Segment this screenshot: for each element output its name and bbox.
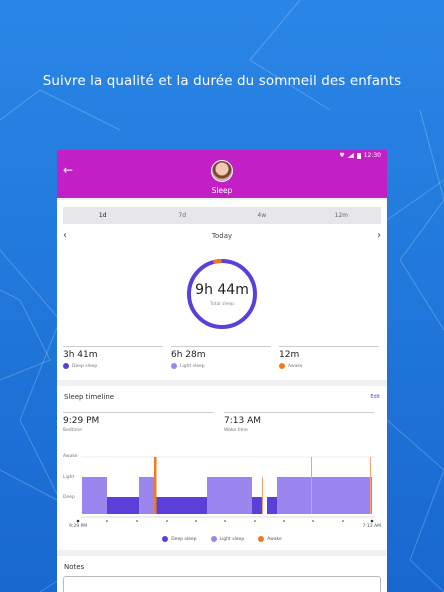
app-bar: ♥ 12:30 ← Sleep xyxy=(57,150,387,198)
x-label-end: 7:13 AM xyxy=(362,524,382,529)
awake-key: Awake xyxy=(279,363,379,369)
legend-deep: Deep sleep xyxy=(162,536,197,542)
awake-marker xyxy=(154,457,157,514)
tick-dot xyxy=(136,520,138,522)
chevron-right-icon[interactable]: › xyxy=(377,230,381,242)
deep-sleep-label: Deep sleep xyxy=(72,363,98,369)
x-label-start: 9:29 PM xyxy=(69,524,88,529)
page-title: Sleep xyxy=(211,186,233,195)
wake-label: Wake time xyxy=(224,428,248,433)
light-sleep-key: Light sleep xyxy=(171,363,271,369)
awake-dot-icon xyxy=(279,363,285,369)
deep-dot-icon xyxy=(162,536,169,542)
light-block xyxy=(82,477,107,514)
total-sleep-ring: 9h 44m Total sleep xyxy=(184,256,260,332)
deep-block xyxy=(267,497,277,514)
wake-time: 7:13 AM Wake time xyxy=(224,412,374,433)
deep-block xyxy=(155,497,207,514)
deep-sleep-value: 3h 41m xyxy=(63,350,98,360)
awake-dot-icon xyxy=(258,536,265,542)
back-arrow-icon[interactable]: ← xyxy=(63,164,73,176)
tick-dot xyxy=(370,519,374,523)
bedtime-label: Bedtime xyxy=(63,428,82,433)
tab-7d[interactable]: 7d xyxy=(143,207,223,224)
status-bar: ♥ 12:30 xyxy=(339,152,381,159)
tab-1d[interactable]: 1d xyxy=(63,207,143,224)
legend-deep-label: Deep sleep xyxy=(171,536,197,542)
tick-dot xyxy=(312,520,314,522)
hour-ticks xyxy=(76,519,374,523)
awake-label: Awake xyxy=(288,363,303,369)
deep-sleep-key: Deep sleep xyxy=(63,363,163,369)
awake-marker xyxy=(311,457,312,514)
tick-dot xyxy=(283,520,285,522)
edit-link[interactable]: Edit xyxy=(370,394,380,400)
tick-dot xyxy=(342,520,344,522)
bedtime-value: 9:29 PM xyxy=(63,416,100,426)
light-dot-icon xyxy=(210,536,217,542)
legend-awake: Awake xyxy=(258,536,282,542)
deep-block xyxy=(252,497,262,514)
legend-light: Light sleep xyxy=(210,536,245,542)
legend-awake-label: Awake xyxy=(267,536,282,542)
awake-value: 12m xyxy=(279,350,300,360)
deep-dot-icon xyxy=(63,363,69,369)
awake-marker xyxy=(370,457,371,514)
light-block xyxy=(139,477,155,514)
period-tabs: 1d 7d 4w 12m xyxy=(63,207,381,224)
signal-icon xyxy=(347,153,354,158)
stat-awake: 12m Awake xyxy=(279,346,379,369)
date-label: Today xyxy=(211,232,233,240)
total-sleep-label: Total sleep xyxy=(210,302,234,307)
tick-dot xyxy=(254,520,256,522)
status-time: 12:30 xyxy=(363,152,381,159)
tick-dot xyxy=(166,520,168,522)
sleep-timeline-chart xyxy=(76,456,375,523)
tab-4w[interactable]: 4w xyxy=(222,207,302,224)
heart-icon: ♥ xyxy=(339,151,345,159)
tick-dot xyxy=(106,520,108,522)
timeline-legend: Deep sleep Light sleep Awake xyxy=(57,536,387,542)
tab-12m[interactable]: 12m xyxy=(302,207,382,224)
legend-light-label: Light sleep xyxy=(219,536,245,542)
light-dot-icon xyxy=(171,363,177,369)
tick-dot xyxy=(76,519,80,523)
light-sleep-label: Light sleep xyxy=(180,363,205,369)
notes-input[interactable] xyxy=(63,576,381,592)
stat-deep: 3h 41m Deep sleep xyxy=(63,346,163,369)
tick-dot xyxy=(195,520,197,522)
light-block xyxy=(207,477,252,514)
app-screen: ♥ 12:30 ← Sleep 1d 7d 4w 12m ‹ Today › 9… xyxy=(57,150,387,592)
awake-marker xyxy=(262,477,263,514)
stat-light: 6h 28m Light sleep xyxy=(171,346,271,369)
bedtime: 9:29 PM Bedtime xyxy=(63,412,213,433)
light-sleep-value: 6h 28m xyxy=(171,350,206,360)
light-block xyxy=(277,477,372,514)
avatar[interactable] xyxy=(211,160,233,182)
battery-icon xyxy=(356,152,361,159)
tagline: Suivre la qualité et la durée du sommeil… xyxy=(42,73,402,89)
wake-value: 7:13 AM xyxy=(224,416,261,426)
timeline-title: Sleep timeline xyxy=(64,393,115,401)
tick-dot xyxy=(224,520,226,522)
date-navigator: ‹ Today › xyxy=(63,230,381,244)
notes-label: Notes xyxy=(64,563,85,571)
deep-block xyxy=(107,497,139,514)
total-sleep-value: 9h 44m xyxy=(195,282,249,298)
